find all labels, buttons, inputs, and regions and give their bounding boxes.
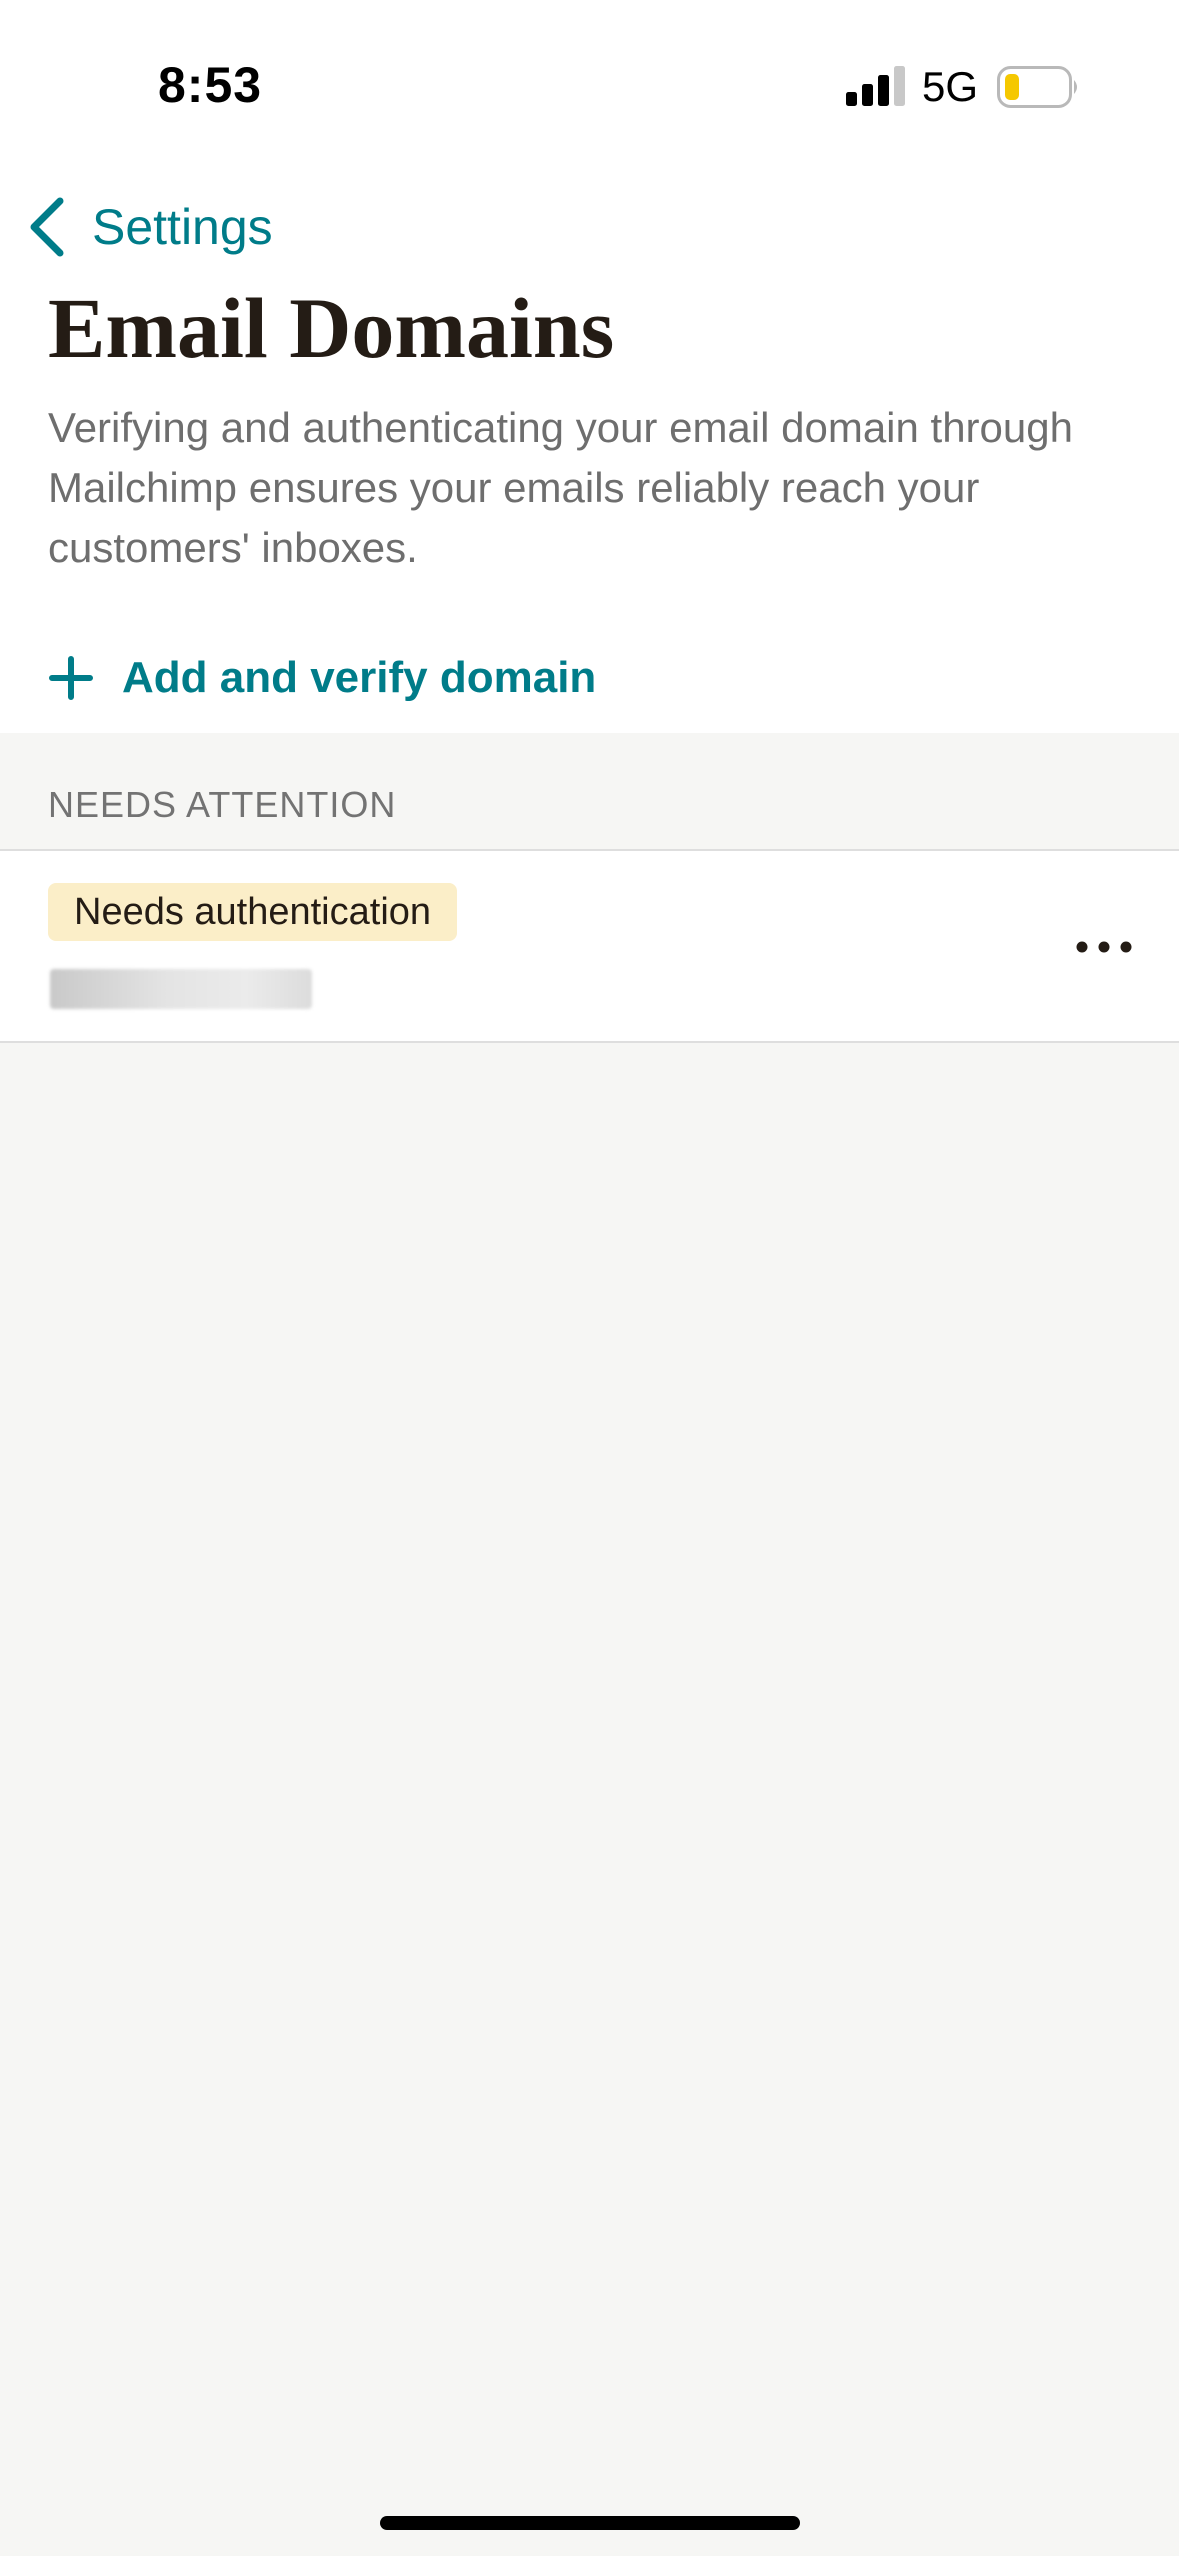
- status-bar: 8:53 5G: [0, 0, 1179, 170]
- domain-list-item[interactable]: Needs authentication: [0, 849, 1179, 1043]
- add-verify-domain-button[interactable]: Add and verify domain: [48, 642, 596, 714]
- battery-low-icon: [997, 66, 1077, 108]
- plus-icon: [49, 656, 93, 700]
- back-button[interactable]: Settings: [24, 192, 273, 262]
- page-title: Email Domains: [48, 280, 615, 376]
- section-header-needs-attention: NEEDS ATTENTION: [48, 784, 397, 825]
- domain-name-redacted: [50, 969, 312, 1009]
- status-time: 8:53: [158, 57, 263, 113]
- home-indicator[interactable]: [380, 2516, 800, 2530]
- status-badge: Needs authentication: [48, 883, 458, 941]
- network-label: 5G: [922, 63, 979, 110]
- cellular-signal-icon: [846, 66, 905, 106]
- page-description: Verifying and authenticating your email …: [48, 404, 1073, 571]
- back-label: Settings: [92, 199, 273, 255]
- more-horizontal-icon[interactable]: [1064, 917, 1144, 977]
- add-domain-label: Add and verify domain: [122, 653, 597, 702]
- chevron-left-icon: [30, 197, 64, 257]
